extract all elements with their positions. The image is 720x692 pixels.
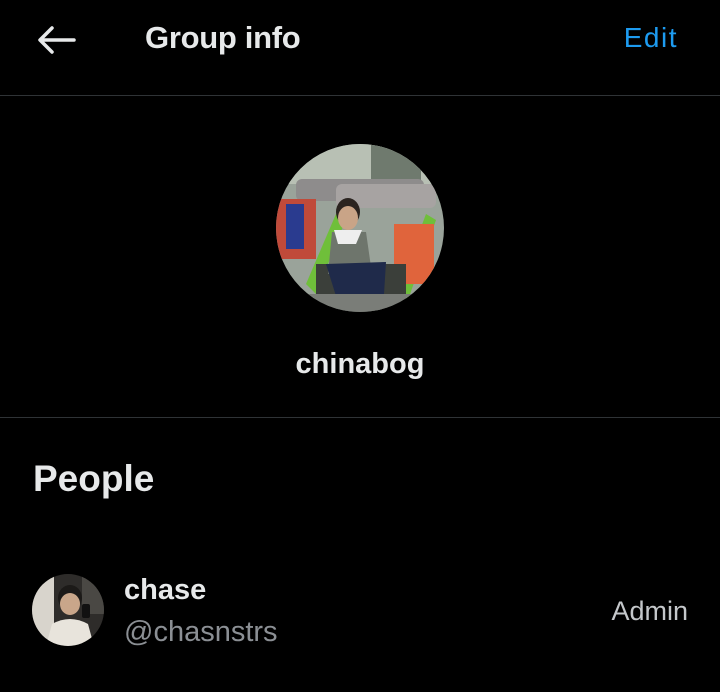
- group-avatar[interactable]: [276, 144, 444, 312]
- page-title: Group info: [145, 20, 301, 55]
- group-summary: chinabog: [0, 96, 720, 418]
- member-photo: [32, 574, 104, 646]
- member-row[interactable]: chase @chasnstrs Admin: [0, 560, 720, 660]
- people-heading: People: [33, 458, 155, 499]
- member-name: chase: [124, 574, 207, 606]
- back-button[interactable]: [30, 18, 82, 62]
- top-bar: Group info Edit: [0, 0, 720, 96]
- arrow-left-icon: [38, 26, 76, 54]
- avatar: [32, 574, 104, 646]
- member-handle: @chasnstrs: [124, 616, 278, 648]
- edit-button[interactable]: Edit: [624, 22, 678, 54]
- group-name: chinabog: [295, 348, 425, 380]
- group-photo: [276, 144, 444, 312]
- member-role-badge: Admin: [611, 596, 688, 626]
